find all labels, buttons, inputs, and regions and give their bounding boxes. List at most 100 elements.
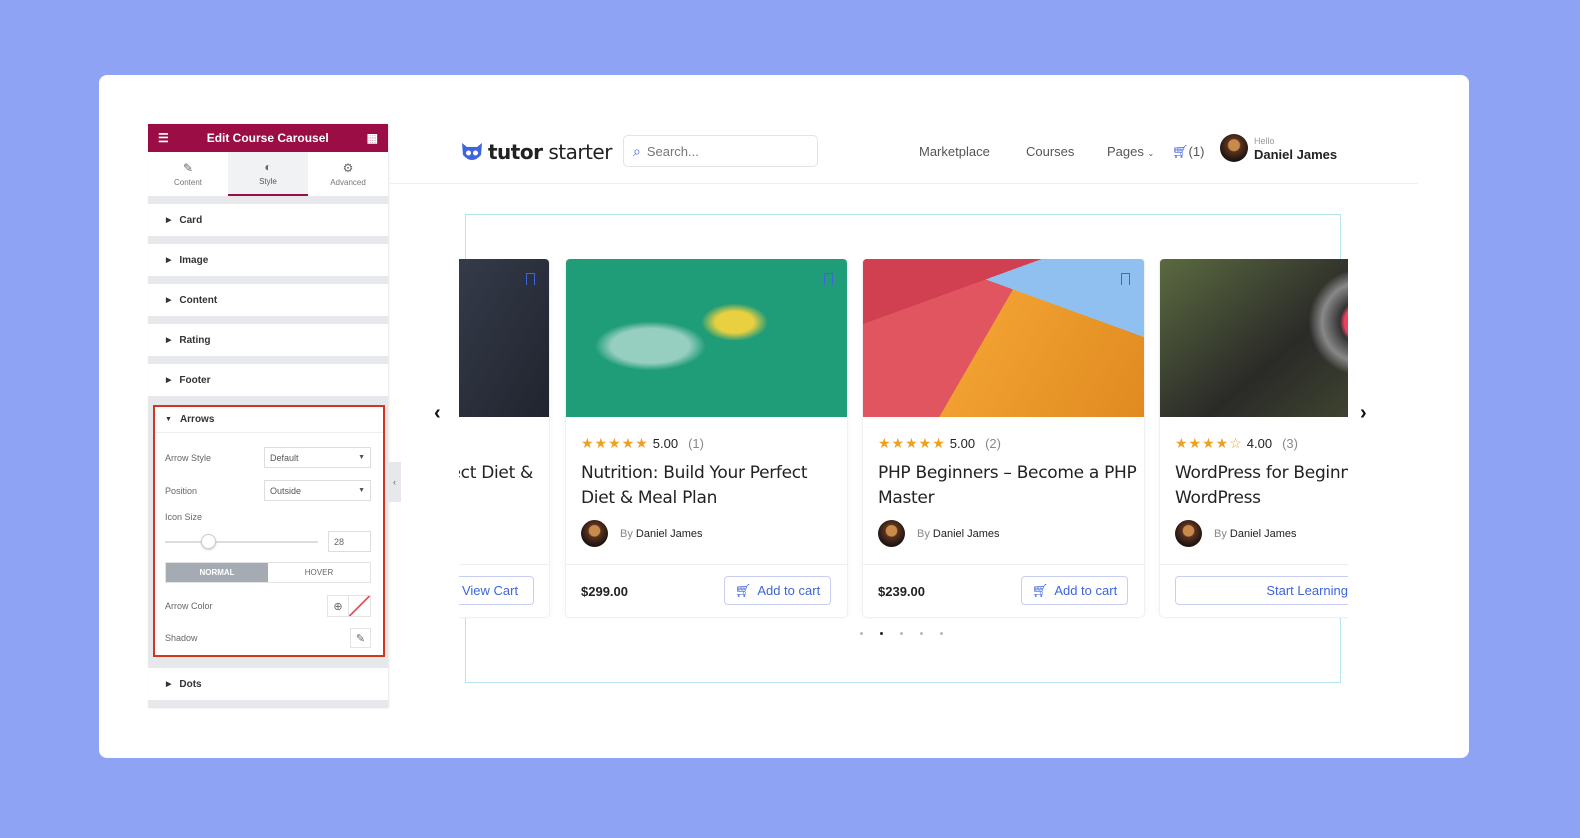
price: $299.00 xyxy=(581,584,628,599)
author-name[interactable]: Daniel James xyxy=(636,528,703,540)
pagination-dot[interactable] xyxy=(900,632,903,635)
dots-header[interactable]: ▶ Dots xyxy=(148,668,388,700)
avatar xyxy=(1220,134,1248,162)
course-image: . xyxy=(459,259,549,417)
rating-value: 4.00 xyxy=(1246,436,1273,451)
course-card[interactable]: . ect Diet & View Cart xyxy=(459,259,549,617)
arrow-style-row: Arrow Style Default ▼ xyxy=(165,447,371,468)
section-rating[interactable]: ▶ Rating xyxy=(148,324,388,356)
section-dots: ▶ Dots xyxy=(148,668,388,701)
author-name[interactable]: Daniel James xyxy=(933,528,1000,540)
tab-style[interactable]: ◐ Style xyxy=(228,152,308,196)
edit-pencil-icon[interactable]: ✎ xyxy=(350,628,371,648)
section-label: Arrows xyxy=(179,414,215,425)
course-card[interactable]: ★★★★☆4.00 (3) WordPress for Beginners – M… xyxy=(1160,259,1348,617)
course-card[interactable]: . ★★★★★5.00 (1) Nutrition: Build Your Per… xyxy=(566,259,847,617)
section-content[interactable]: ▶ Content xyxy=(148,284,388,316)
bookmark-icon[interactable]: . xyxy=(526,273,535,285)
slider-handle[interactable] xyxy=(200,533,216,549)
course-image: . xyxy=(566,259,847,417)
carousel-next-arrow-icon[interactable]: › xyxy=(1360,402,1367,425)
state-toggle: NORMAL HOVER xyxy=(165,562,371,583)
carousel-prev-arrow-icon[interactable]: ‹ xyxy=(434,402,441,425)
logo[interactable]: tutor starter xyxy=(462,140,612,164)
add-to-cart-button[interactable]: 🛒︎ Add to cart xyxy=(1021,576,1128,605)
chevron-left-icon: ‹ xyxy=(393,477,396,487)
section-image[interactable]: ▶ Image xyxy=(148,244,388,276)
cart-icon: 🛒︎ xyxy=(1172,144,1189,159)
arrow-color-row: Arrow Color ⊕ xyxy=(165,595,371,617)
author-name[interactable]: Daniel James xyxy=(1230,528,1297,540)
course-title[interactable]: PHP Beginners – Become a PHP Master xyxy=(878,461,1138,511)
rating-value: 5.00 xyxy=(652,436,679,451)
nav-pages[interactable]: Pages ⌄ xyxy=(1107,144,1154,159)
hamburger-menu-icon[interactable]: ☰ xyxy=(158,131,169,145)
nav-marketplace[interactable]: Marketplace xyxy=(919,144,990,159)
panel-collapse-handle[interactable]: ‹ xyxy=(388,462,401,502)
arrow-color-label: Arrow Color xyxy=(165,601,213,611)
logo-text: starter xyxy=(542,140,612,164)
tab-label: Advanced xyxy=(330,178,366,187)
carousel-track: . ect Diet & View Cart . ★★★★★5.00(1) Nu… xyxy=(459,259,1348,619)
arrow-style-select[interactable]: Default ▼ xyxy=(264,447,371,468)
user-menu[interactable]: Hello Daniel James xyxy=(1220,134,1337,162)
add-to-cart-button[interactable]: 🛒︎ Add to cart xyxy=(724,576,831,605)
start-learning-button[interactable]: Start Learning xyxy=(1175,576,1348,605)
pencil-icon: ✎ xyxy=(182,161,194,175)
by-label: By xyxy=(917,527,930,540)
search-input[interactable]: ⌕ Search... xyxy=(623,135,818,167)
card-footer: Start Learning xyxy=(1160,564,1348,617)
color-picker-swatch[interactable] xyxy=(349,596,370,616)
card-footer: View Cart xyxy=(459,564,549,617)
section-label: Card xyxy=(179,214,203,226)
select-value: Outside xyxy=(270,485,302,496)
view-cart-button[interactable]: View Cart xyxy=(459,576,534,605)
course-title[interactable]: WordPress for Beginners – Master WordPre… xyxy=(1175,461,1348,511)
shadow-row: Shadow ✎ xyxy=(165,628,371,648)
hover-tab[interactable]: HOVER xyxy=(268,563,370,582)
arrows-header[interactable]: ▼ Arrows xyxy=(155,407,383,433)
chevron-down-icon: ▼ xyxy=(358,454,365,461)
bookmark-icon[interactable]: . xyxy=(824,273,833,285)
panel-header: ☰ Edit Course Carousel ▦ xyxy=(148,124,388,152)
tab-label: Content xyxy=(173,178,203,187)
by-label: By xyxy=(1214,527,1227,540)
tab-advanced[interactable]: ⚙ Advanced xyxy=(308,152,388,196)
position-select[interactable]: Outside ▼ xyxy=(264,480,371,501)
icon-size-slider[interactable] xyxy=(165,533,318,549)
user-name: Daniel James xyxy=(1254,147,1338,162)
course-card[interactable]: . ★★★★★5.00 (2) PHP Beginners – Become a … xyxy=(863,259,1144,617)
normal-tab[interactable]: NORMAL xyxy=(166,563,268,582)
cart-link[interactable]: 🛒︎(1) xyxy=(1172,144,1204,160)
section-footer[interactable]: ▶ Footer xyxy=(148,364,388,396)
tab-content[interactable]: ✎ Content xyxy=(148,152,228,196)
pagination-dot[interactable] xyxy=(940,632,943,635)
section-label: Image xyxy=(179,254,209,266)
apps-grid-icon[interactable]: ▦ xyxy=(367,131,378,145)
position-row: Position Outside ▼ xyxy=(165,480,371,501)
owl-logo-icon xyxy=(462,143,482,160)
author: By Daniel James xyxy=(581,520,703,547)
course-title[interactable]: Nutrition: Build Your Perfect Diet & Mea… xyxy=(581,461,841,511)
cart-icon: 🛒︎ xyxy=(1031,582,1049,598)
pagination-dot[interactable] xyxy=(920,632,923,635)
icon-size-input[interactable]: 28 xyxy=(328,531,371,552)
section-label: Footer xyxy=(179,374,211,386)
icon-size-row: 28 xyxy=(165,531,371,552)
global-colors-globe-icon[interactable]: ⊕ xyxy=(328,596,349,616)
search-placeholder: Search... xyxy=(646,143,699,159)
caret-right-icon: ▶ xyxy=(166,257,172,264)
nav-pages-label: Pages xyxy=(1107,144,1144,159)
arrow-style-label: Arrow Style xyxy=(165,452,212,463)
nav-courses[interactable]: Courses xyxy=(1026,144,1074,159)
pagination-dot[interactable] xyxy=(880,632,883,635)
pagination-dot[interactable] xyxy=(860,632,863,635)
color-controls: ⊕ xyxy=(327,595,371,617)
rating-count: (1) xyxy=(688,436,704,451)
author: By Daniel James xyxy=(878,520,1000,547)
rating: ★★★★☆ 4.00 (3) xyxy=(1175,435,1298,452)
author-avatar xyxy=(581,520,608,547)
course-title[interactable]: ect Diet & xyxy=(459,461,533,486)
bookmark-icon[interactable]: . xyxy=(1121,273,1130,285)
section-card[interactable]: ▶ Card xyxy=(148,204,388,236)
